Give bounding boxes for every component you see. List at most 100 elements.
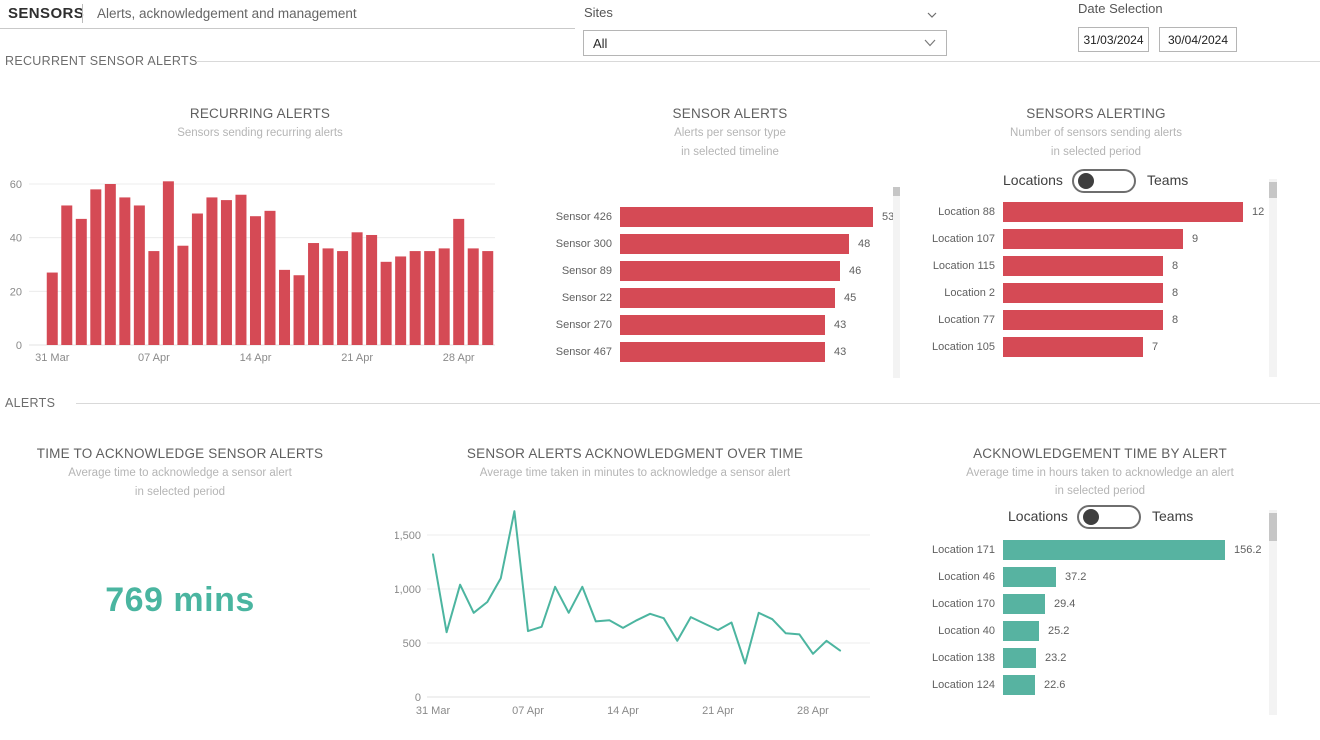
category-label: Sensor 426 xyxy=(530,211,620,223)
category-label: Sensor 270 xyxy=(530,319,620,331)
hbar-bar[interactable] xyxy=(1003,283,1163,303)
hbar-bar[interactable] xyxy=(1003,621,1039,641)
bar-row: Location 1158 xyxy=(905,252,1285,279)
toggle-knob[interactable] xyxy=(1083,509,1099,525)
hbar-bar[interactable] xyxy=(1003,202,1243,222)
column-bar[interactable] xyxy=(250,216,261,345)
scrollbar[interactable] xyxy=(1269,179,1277,377)
chart-title-ack-over-time: SENSOR ALERTS ACKNOWLEDGMENT OVER TIME xyxy=(370,446,900,461)
hbar-bar[interactable] xyxy=(620,315,825,335)
chart-subtitle: in selected period xyxy=(920,485,1280,497)
category-label: Location 88 xyxy=(905,206,1003,218)
recurring-alerts-column-chart: 020406031 Mar07 Apr14 Apr21 Apr28 Apr xyxy=(5,170,500,370)
y-axis-tick-label: 0 xyxy=(16,340,22,352)
page-subtitle: Alerts, acknowledgement and management xyxy=(97,6,357,21)
column-bar[interactable] xyxy=(61,205,72,345)
value-label: 29.4 xyxy=(1054,598,1075,610)
y-axis-tick-label: 60 xyxy=(10,179,22,191)
ack-over-time-line-chart: 05001,0001,50031 Mar07 Apr14 Apr21 Apr28… xyxy=(395,498,880,733)
column-bar[interactable] xyxy=(279,270,290,345)
category-label: Location 107 xyxy=(905,233,1003,245)
hbar-bar[interactable] xyxy=(1003,337,1143,357)
bar-row: Location 1057 xyxy=(905,333,1285,360)
column-bar[interactable] xyxy=(163,181,174,345)
column-bar[interactable] xyxy=(337,251,348,345)
column-bar[interactable] xyxy=(134,205,145,345)
bar-row: Sensor 8946 xyxy=(530,257,890,284)
hbar-bar[interactable] xyxy=(1003,256,1163,276)
start-date-input[interactable]: 31/03/2024 xyxy=(1078,27,1149,52)
column-bar[interactable] xyxy=(468,248,479,345)
column-bar[interactable] xyxy=(395,256,406,345)
bar-row: Location 28 xyxy=(905,279,1285,306)
column-bar[interactable] xyxy=(90,189,101,345)
bar-row: Location 17029.4 xyxy=(905,590,1285,617)
column-bar[interactable] xyxy=(410,251,421,345)
hbar-bar[interactable] xyxy=(620,261,840,281)
column-bar[interactable] xyxy=(323,248,334,345)
chart-subtitle: Number of sensors sending alerts xyxy=(920,127,1272,139)
column-bar[interactable] xyxy=(235,195,246,345)
value-label: 8 xyxy=(1172,260,1178,272)
toggle-knob[interactable] xyxy=(1078,173,1094,189)
scrollbar[interactable] xyxy=(893,187,900,378)
column-bar[interactable] xyxy=(221,200,232,345)
locations-teams-toggle[interactable] xyxy=(1077,505,1141,529)
hbar-bar[interactable] xyxy=(1003,310,1163,330)
hbar-bar[interactable] xyxy=(1003,567,1056,587)
category-label: Location 77 xyxy=(905,314,1003,326)
sites-dropdown[interactable]: All xyxy=(583,30,947,56)
column-bar[interactable] xyxy=(105,184,116,345)
column-bar[interactable] xyxy=(192,214,203,345)
column-bar[interactable] xyxy=(308,243,319,345)
value-label: 45 xyxy=(844,292,856,304)
header-underline xyxy=(0,28,575,29)
bar-row: Location 8812 xyxy=(905,198,1285,225)
y-axis-tick-label: 500 xyxy=(403,638,421,650)
column-bar[interactable] xyxy=(482,251,493,345)
scrollbar[interactable] xyxy=(1269,510,1277,715)
column-bar[interactable] xyxy=(76,219,87,345)
column-bar[interactable] xyxy=(265,211,276,345)
hbar-bar[interactable] xyxy=(620,234,849,254)
section-divider xyxy=(196,61,1320,62)
column-bar[interactable] xyxy=(424,251,435,345)
scrollbar-thumb[interactable] xyxy=(1269,182,1277,198)
column-bar[interactable] xyxy=(352,232,363,345)
category-label: Sensor 300 xyxy=(530,238,620,250)
category-label: Location 171 xyxy=(905,544,1003,556)
column-bar[interactable] xyxy=(366,235,377,345)
hbar-bar[interactable] xyxy=(1003,648,1036,668)
column-bar[interactable] xyxy=(453,219,464,345)
hbar-bar[interactable] xyxy=(1003,594,1045,614)
chart-title-recurring-alerts: RECURRING ALERTS xyxy=(20,106,500,121)
chart-title-ack-time-by-alert: ACKNOWLEDGEMENT TIME BY ALERT xyxy=(920,446,1280,461)
scrollbar-thumb[interactable] xyxy=(1269,513,1277,541)
column-bar[interactable] xyxy=(119,197,130,345)
locations-teams-toggle[interactable] xyxy=(1072,169,1136,193)
line-series[interactable] xyxy=(433,511,840,663)
category-label: Location 2 xyxy=(905,287,1003,299)
value-label: 43 xyxy=(834,319,846,331)
kpi-value: 769 mins xyxy=(0,581,360,620)
hbar-bar[interactable] xyxy=(1003,229,1183,249)
hbar-bar[interactable] xyxy=(1003,540,1225,560)
bar-row: Sensor 42653 xyxy=(530,203,890,230)
scrollbar-thumb[interactable] xyxy=(893,187,900,196)
hbar-bar[interactable] xyxy=(1003,675,1035,695)
category-label: Location 40 xyxy=(905,625,1003,637)
column-bar[interactable] xyxy=(294,275,305,345)
column-bar[interactable] xyxy=(381,262,392,345)
sensors-alerting-bar-list: Location 8812Location 1079Location 1158L… xyxy=(905,198,1285,360)
end-date-input[interactable]: 30/04/2024 xyxy=(1159,27,1237,52)
hbar-bar[interactable] xyxy=(620,288,835,308)
column-bar[interactable] xyxy=(177,246,188,345)
chart-title-sensors-alerting: SENSORS ALERTING xyxy=(920,106,1272,121)
hbar-bar[interactable] xyxy=(620,207,873,227)
column-bar[interactable] xyxy=(439,248,450,345)
column-bar[interactable] xyxy=(148,251,159,345)
column-bar[interactable] xyxy=(47,273,58,345)
hbar-bar[interactable] xyxy=(620,342,825,362)
column-bar[interactable] xyxy=(206,197,217,345)
chevron-down-icon[interactable] xyxy=(926,7,938,25)
